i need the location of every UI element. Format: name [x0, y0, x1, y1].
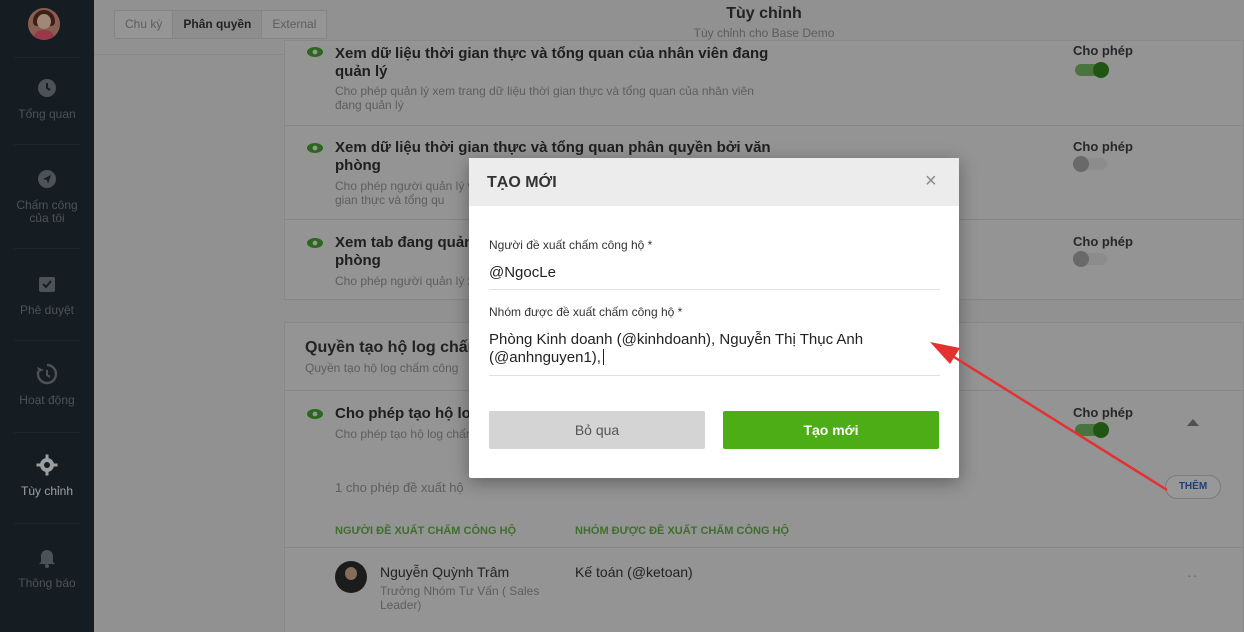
group-field[interactable]: Phòng Kinh doanh (@kinhdoanh), Nguyễn Th…	[489, 331, 940, 367]
close-icon[interactable]: ×	[925, 171, 937, 191]
field-underline	[489, 375, 940, 376]
modal-header: TẠO MỚI ×	[469, 158, 959, 206]
proposer-field[interactable]: @NgocLe	[489, 264, 940, 282]
skip-button[interactable]: Bỏ qua	[489, 411, 705, 449]
field-underline	[489, 289, 940, 290]
create-modal: TẠO MỚI × Người đề xuất chấm công hộ * @…	[469, 158, 959, 478]
group-label: Nhóm được đề xuất chấm công hộ *	[489, 305, 683, 319]
proposer-label: Người đề xuất chấm công hộ *	[489, 238, 653, 252]
modal-title: TẠO MỚI	[487, 174, 557, 191]
create-button[interactable]: Tạo mới	[723, 411, 939, 449]
